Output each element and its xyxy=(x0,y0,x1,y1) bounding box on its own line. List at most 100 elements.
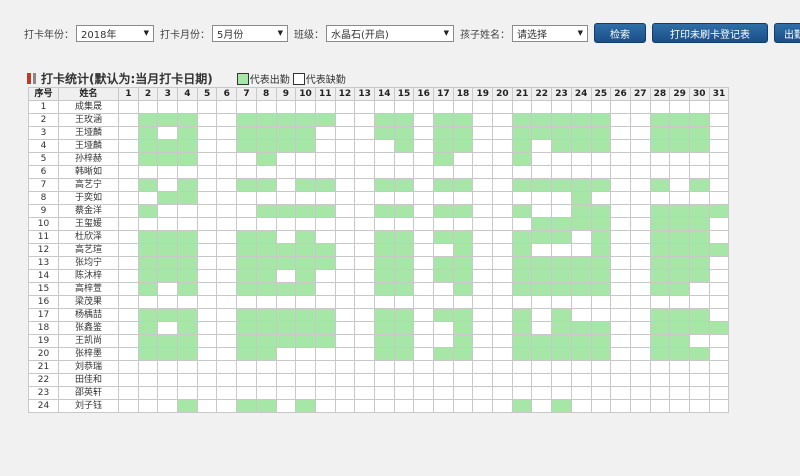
attendance-cell xyxy=(373,191,395,205)
attendance-cell xyxy=(590,217,612,231)
row-index: 4 xyxy=(28,139,59,153)
attendance-cell xyxy=(413,295,434,309)
attendance-cell xyxy=(570,373,592,387)
attendance-cell xyxy=(196,295,218,309)
attendance-cell xyxy=(295,360,316,374)
attendance-cell xyxy=(137,113,159,127)
attendance-cell xyxy=(570,178,592,192)
attendance-cell xyxy=(118,165,139,179)
attendance-cell xyxy=(688,373,710,387)
attendance-cell xyxy=(216,178,238,192)
attendance-cell xyxy=(255,126,277,140)
row-index: 5 xyxy=(28,152,59,166)
attendance-cell xyxy=(649,399,671,413)
attendance-cell xyxy=(216,100,238,114)
attendance-cell xyxy=(452,217,474,231)
attendance-cell xyxy=(216,399,238,413)
attendance-cell xyxy=(255,282,277,296)
attendance-cell xyxy=(511,113,533,127)
attendance-cell xyxy=(275,139,297,153)
attendance-cell xyxy=(413,321,434,335)
attendance-cell xyxy=(531,178,553,192)
attendance-cell xyxy=(629,126,651,140)
attendance-cell xyxy=(649,347,671,361)
attendance-cell xyxy=(649,360,671,374)
search-button[interactable]: 检索 xyxy=(594,23,646,43)
attendance-cell xyxy=(177,321,198,335)
attendance-cell xyxy=(216,217,238,231)
attendance-cell xyxy=(314,373,336,387)
col-header-day: 4 xyxy=(177,87,198,101)
child-select[interactable]: 请选择 ▼ xyxy=(512,24,588,42)
table-row: 14 陈沐梓 xyxy=(28,269,730,283)
attendance-cell xyxy=(137,334,159,348)
attendance-cell xyxy=(196,165,218,179)
attendance-cell xyxy=(393,308,415,322)
attendance-cell xyxy=(275,243,297,257)
year-select[interactable]: 2018年 ▼ xyxy=(76,24,154,42)
attendance-cell xyxy=(196,373,218,387)
attendance-cell xyxy=(354,373,375,387)
class-select[interactable]: 水晶石(开启) ▼ xyxy=(326,24,454,42)
table-row: 10 王玺媛 xyxy=(28,217,730,231)
attendance-cell xyxy=(314,243,336,257)
col-header-day: 23 xyxy=(551,87,572,101)
export-attendance-button[interactable]: 出勤登记 xyxy=(774,23,800,43)
attendance-cell xyxy=(177,334,198,348)
attendance-cell xyxy=(472,347,494,361)
col-header-day: 8 xyxy=(255,87,277,101)
attendance-cell xyxy=(275,373,297,387)
attendance-cell xyxy=(413,360,434,374)
attendance-cell xyxy=(452,386,474,400)
attendance-cell xyxy=(669,165,690,179)
section-header: 打卡统计(默认为:当月打卡日期) 代表出勤 代表缺勤 xyxy=(27,70,349,87)
attendance-cell xyxy=(511,334,533,348)
attendance-cell xyxy=(196,282,218,296)
table-row: 20 张梓墨 xyxy=(28,347,730,361)
attendance-cell xyxy=(590,373,612,387)
attendance-cell xyxy=(570,165,592,179)
attendance-cell xyxy=(354,230,375,244)
attendance-cell xyxy=(177,100,198,114)
attendance-cell xyxy=(708,100,730,114)
attendance-cell xyxy=(157,360,179,374)
attendance-cell xyxy=(314,100,336,114)
attendance-cell xyxy=(216,282,238,296)
attendance-cell xyxy=(314,347,336,361)
attendance-cell xyxy=(157,334,179,348)
attendance-cell xyxy=(688,204,710,218)
attendance-cell xyxy=(216,321,238,335)
attendance-cell xyxy=(433,126,454,140)
attendance-cell xyxy=(511,399,533,413)
attendance-cell xyxy=(295,126,316,140)
attendance-cell xyxy=(216,360,238,374)
attendance-cell xyxy=(196,308,218,322)
attendance-cell xyxy=(649,191,671,205)
attendance-cell xyxy=(334,256,356,270)
attendance-cell xyxy=(354,217,375,231)
attendance-cell xyxy=(295,347,316,361)
attendance-cell xyxy=(551,165,572,179)
attendance-cell xyxy=(275,386,297,400)
row-index: 1 xyxy=(28,100,59,114)
attendance-cell xyxy=(137,386,159,400)
attendance-cell xyxy=(157,191,179,205)
print-unswiped-button[interactable]: 打印未刷卡登记表 xyxy=(652,23,768,43)
attendance-cell xyxy=(295,113,316,127)
attendance-cell xyxy=(157,178,179,192)
attendance-cell xyxy=(649,139,671,153)
attendance-cell xyxy=(472,386,494,400)
attendance-cell xyxy=(314,139,336,153)
attendance-cell xyxy=(334,165,356,179)
student-name: 杜欣泽 xyxy=(58,230,119,244)
col-header-day: 31 xyxy=(708,87,730,101)
row-index: 18 xyxy=(28,321,59,335)
attendance-cell xyxy=(472,113,494,127)
attendance-cell xyxy=(334,230,356,244)
month-select[interactable]: 5月份 ▼ xyxy=(212,24,288,42)
attendance-cell xyxy=(314,178,336,192)
attendance-cell xyxy=(413,399,434,413)
attendance-cell xyxy=(157,100,179,114)
table-row: 13 张均宁 xyxy=(28,256,730,270)
attendance-cell xyxy=(551,191,572,205)
